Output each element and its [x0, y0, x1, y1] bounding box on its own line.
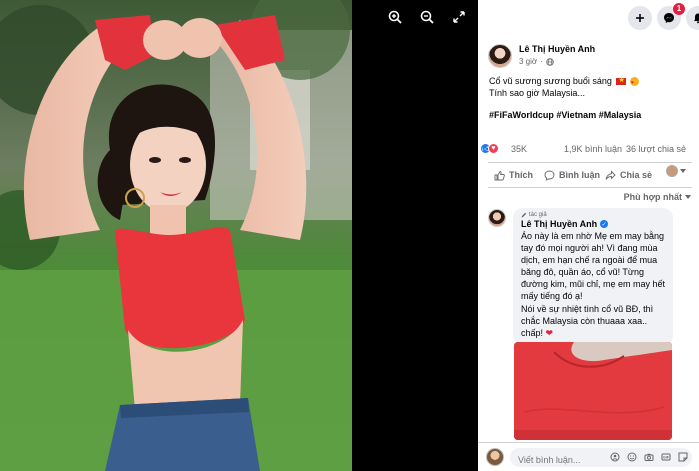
post-meta: 3 giờ · [519, 57, 595, 66]
gif-icon[interactable]: GIF [660, 451, 671, 462]
caret-down-icon [680, 169, 686, 173]
divider [488, 187, 692, 188]
comment-text-2: Nói về sự nhiệt tình cổ vũ BĐ, thì chắc … [521, 303, 665, 339]
divider [488, 162, 692, 163]
fullscreen-icon[interactable] [450, 8, 468, 26]
emoji-icon[interactable] [626, 451, 637, 462]
post-actions: Thích Bình luận Chia sẻ [478, 165, 699, 185]
post-time[interactable]: 3 giờ [519, 57, 537, 66]
verified-icon: ✓ [600, 220, 609, 228]
author-name[interactable]: Lê Thị Huyền Anh [519, 44, 595, 54]
zoom-out-icon[interactable] [418, 8, 436, 26]
comment-text: Áo này là em nhờ Mẹ em may bằng tay đó m… [521, 231, 665, 301]
comment-icon [544, 170, 555, 181]
caret-down-icon [685, 195, 691, 199]
comment-composer: GIF [478, 442, 699, 471]
reaction-summary[interactable]: 👍︎ ♥ 35K [480, 143, 527, 154]
svg-text:GIF: GIF [663, 455, 670, 459]
my-avatar [486, 448, 504, 466]
red-shirt-image [514, 342, 672, 440]
comment-button[interactable]: Bình luận [544, 165, 600, 185]
camera-icon[interactable] [643, 451, 654, 462]
top-bar: 1 [478, 0, 699, 36]
share-button[interactable]: Chia sẻ [605, 165, 652, 185]
notifications-button[interactable] [686, 6, 699, 30]
composer-icons: GIF [609, 451, 688, 462]
bell-icon [694, 13, 699, 24]
comment-count[interactable]: 1,9K bình luận [564, 144, 622, 154]
zoom-in-icon[interactable] [386, 8, 404, 26]
post-line-2: Tính sao giờ Malaysia... [489, 88, 585, 98]
post-line-1: Cổ vũ sương sương buổi sáng [489, 76, 612, 86]
author-tag: tác giả [521, 212, 665, 218]
messenger-button[interactable]: 1 [657, 3, 685, 30]
photo-illustration [0, 0, 352, 471]
post-text: Cổ vũ sương sương buổi sáng Tính sao giờ… [489, 75, 693, 121]
pencil-icon [521, 212, 527, 218]
create-button[interactable] [628, 6, 652, 30]
notification-badge: 1 [673, 3, 685, 15]
comment-text-2-body: Nói về sự nhiệt tình cổ vũ BĐ, thì chắc … [521, 304, 654, 338]
viewer-toolbar [386, 8, 468, 26]
commenter-name-text: Lê Thị Huyền Anh [521, 219, 598, 229]
commenter-avatar[interactable] [488, 209, 506, 227]
heart-eyes-emoji [629, 77, 639, 89]
photo-viewer [0, 0, 478, 471]
plus-icon [636, 14, 644, 22]
messenger-icon [664, 13, 674, 23]
love-reaction-icon: ♥ [488, 143, 499, 154]
post-photo[interactable] [0, 0, 352, 471]
profile-avatar [666, 165, 678, 177]
commenter-name[interactable]: Lê Thị Huyền Anh ✓ [521, 219, 665, 229]
sticker-icon[interactable] [677, 451, 688, 462]
post-header: Lê Thị Huyền Anh 3 giờ · [488, 44, 595, 68]
avatar-sticker-icon[interactable] [609, 451, 620, 462]
like-button[interactable]: Thích [494, 165, 533, 185]
comment-bubble: tác giả Lê Thị Huyền Anh ✓ Áo này là em … [513, 208, 673, 345]
post-side-panel: 1 Lê Thị Huyền Anh 3 giờ · Cổ vũ sương s… [478, 0, 699, 471]
vietnam-flag-emoji [616, 75, 627, 87]
comment-sort-dropdown[interactable]: Phù hợp nhất [624, 192, 691, 202]
share-count[interactable]: 36 lượt chia sẻ [626, 144, 686, 154]
comment-label: Bình luận [559, 170, 600, 180]
react-as-selector[interactable] [666, 165, 686, 177]
heart-emoji: ❤ [545, 328, 554, 338]
author-tag-label: tác giả [529, 212, 547, 218]
author-avatar[interactable] [488, 44, 512, 68]
like-label: Thích [509, 170, 533, 180]
globe-icon [546, 57, 554, 66]
thumbs-up-icon [494, 170, 505, 180]
post-hashtags[interactable]: #FiFaWorldcup #Vietnam #Malaysia [489, 109, 693, 121]
share-icon [605, 169, 616, 180]
reaction-count: 35K [511, 143, 528, 154]
comment-photo[interactable] [514, 342, 672, 440]
reaction-stats: 👍︎ ♥ 35K 1,9K bình luận 36 lượt chia sẻ [478, 141, 699, 157]
share-label: Chia sẻ [620, 170, 653, 180]
sort-label: Phù hợp nhất [623, 192, 682, 202]
